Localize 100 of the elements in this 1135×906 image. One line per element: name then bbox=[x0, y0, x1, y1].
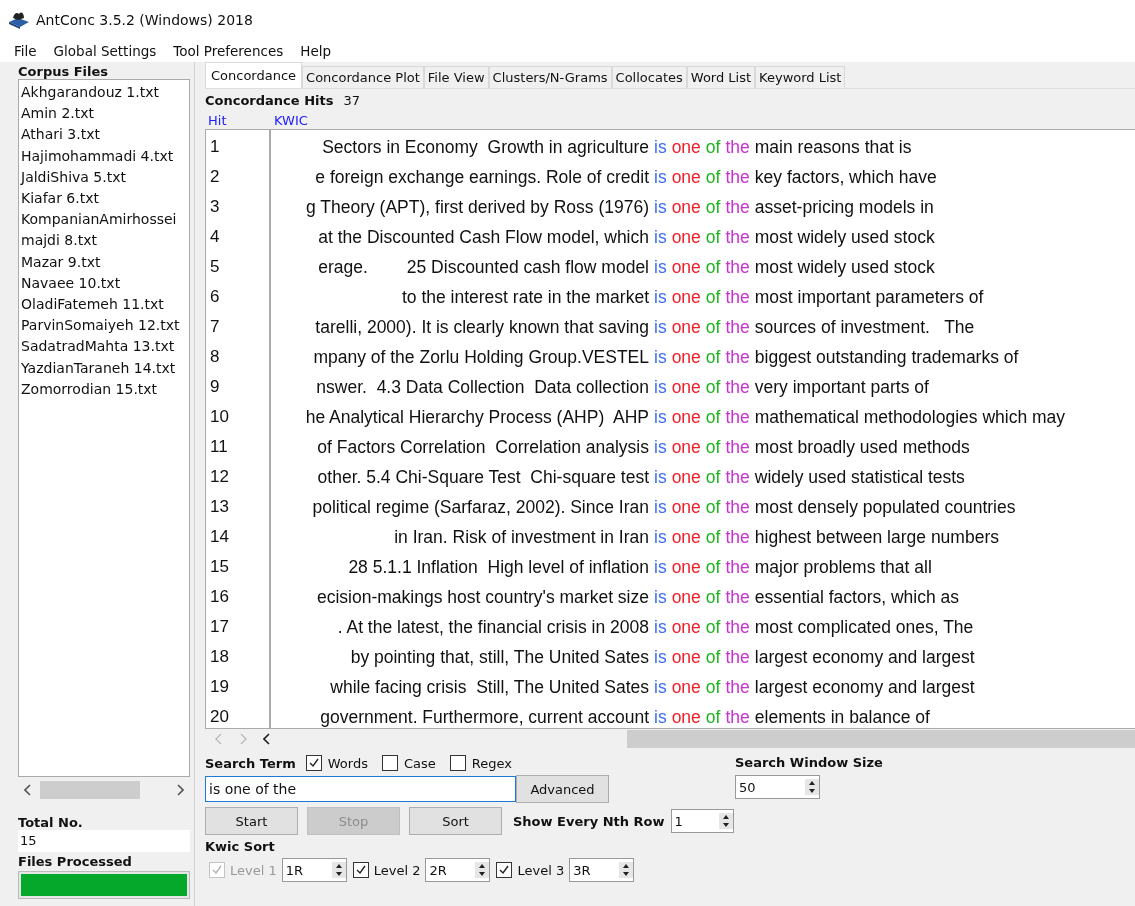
window-size-spinner[interactable]: 50 bbox=[735, 775, 820, 799]
hit-number: 4 bbox=[209, 226, 221, 248]
corpus-text-entry[interactable]: Zomorrodian 15.txt bbox=[21, 378, 189, 401]
keyword: the bbox=[725, 316, 750, 339]
keyword: one bbox=[671, 316, 701, 339]
checkbox[interactable] bbox=[305, 755, 322, 771]
keyword: one bbox=[671, 166, 701, 189]
checkbox[interactable] bbox=[381, 755, 398, 771]
hit-number: 7 bbox=[209, 316, 221, 338]
keyword: of bbox=[705, 346, 721, 369]
scroll-left-icon[interactable] bbox=[263, 733, 271, 745]
right-context: most widely used stock bbox=[754, 256, 935, 279]
right-context: asset-pricing models in bbox=[754, 196, 934, 219]
keyword: is bbox=[654, 196, 667, 219]
checkbox[interactable] bbox=[496, 862, 513, 878]
hit-number: 13 bbox=[209, 496, 230, 518]
hit-number: 16 bbox=[209, 586, 230, 608]
corpus-text-entry[interactable]: Kiafar 6.txt bbox=[21, 188, 189, 210]
corpus-text-entry[interactable]: Navaee 10.txt bbox=[21, 272, 189, 295]
left-context: . At the latest, the financial crisis in 2008 bbox=[337, 616, 649, 639]
keyword: of bbox=[705, 196, 721, 219]
keyword: of bbox=[705, 676, 721, 699]
checkbox[interactable] bbox=[352, 862, 369, 878]
keyword: the bbox=[725, 406, 750, 429]
scroll-thumb[interactable] bbox=[40, 781, 140, 799]
action-button[interactable]: Sort bbox=[409, 807, 502, 835]
corpus-text-entry[interactable]: OladiFatemeh 11.txt bbox=[21, 294, 189, 316]
keyword: is bbox=[654, 316, 667, 339]
hit-number: 1 bbox=[209, 136, 221, 158]
corpus-text-entry[interactable]: JaldiShiva 5.txt bbox=[21, 166, 189, 188]
level-spinner[interactable]: 3R bbox=[569, 858, 635, 882]
left-context: mpany of the Zorlu Holding Group.VESTEL bbox=[313, 346, 649, 369]
advanced-button[interactable]: Advanced bbox=[516, 775, 609, 803]
level-spinner[interactable]: 2R bbox=[425, 858, 491, 882]
right-context: largest economy and largest bbox=[754, 676, 975, 699]
horizontal-scrollbar[interactable] bbox=[627, 730, 1135, 748]
tab[interactable]: Concordance bbox=[205, 62, 303, 88]
left-context: g Theory (APT), first derived by Ross (1976) bbox=[306, 196, 649, 219]
keyword: is bbox=[654, 406, 667, 429]
left-context: in Iran. Risk of investment in Iran bbox=[394, 526, 649, 549]
column-header[interactable]: Hit bbox=[205, 112, 274, 128]
keyword: is bbox=[654, 556, 667, 579]
column-header[interactable]: KWIC bbox=[274, 112, 308, 128]
keyword: the bbox=[725, 616, 750, 639]
tab[interactable]: File View bbox=[423, 66, 489, 88]
keyword: is bbox=[654, 136, 667, 159]
action-button[interactable]: Start bbox=[205, 807, 298, 835]
right-context: very important parts of bbox=[754, 376, 929, 399]
keyword: one bbox=[671, 526, 701, 549]
menu-item[interactable]: Global Settings bbox=[53, 43, 157, 59]
menu-item[interactable]: File bbox=[14, 43, 37, 59]
keyword: is bbox=[654, 466, 667, 489]
keyword: is bbox=[654, 166, 667, 189]
menu-item[interactable]: Tool Preferences bbox=[173, 43, 284, 59]
tab[interactable]: Clusters/N-Grams bbox=[488, 66, 612, 88]
keyword: the bbox=[725, 646, 750, 669]
search-field[interactable]: is one of the bbox=[205, 776, 516, 802]
right-context: most broadly used methods bbox=[754, 436, 970, 459]
scroll-left-icon[interactable] bbox=[24, 784, 32, 796]
corpus-text-entry[interactable]: Mazar 9.txt bbox=[21, 251, 189, 273]
corpus-text-entry[interactable]: Athari 3.txt bbox=[21, 124, 189, 146]
keyword: one bbox=[671, 466, 701, 489]
corpus-text-entry[interactable]: SadatradMahta 13.txt bbox=[21, 336, 189, 358]
corpus-text-entry[interactable]: majdi 8.txt bbox=[21, 230, 189, 252]
corpus-text-entry[interactable]: Hajimohammadi 4.txt bbox=[21, 145, 189, 167]
keyword: is bbox=[654, 616, 667, 639]
right-context: mathematical methodologies which may bbox=[754, 406, 1066, 429]
keyword: is bbox=[654, 526, 667, 549]
corpus-text-entry[interactable]: KompanianAmirhossei bbox=[21, 209, 189, 231]
tab[interactable]: Concordance Plot bbox=[302, 66, 424, 88]
tab[interactable]: Word List bbox=[686, 66, 756, 88]
right-context: sources of investment. The bbox=[754, 316, 975, 339]
window-size-label: Search Window Size bbox=[735, 755, 884, 771]
corpus-text-entry[interactable]: YazdianTaraneh 14.txt bbox=[21, 357, 189, 379]
left-context: tarelli, 2000). It is clearly known that saving bbox=[315, 316, 649, 339]
corpus-text-entry[interactable]: Amin 2.txt bbox=[21, 103, 189, 125]
hit-number: 2 bbox=[209, 166, 221, 188]
left-context: erage. 25 Discounted cash flow model bbox=[318, 256, 649, 279]
nth-row-spinner[interactable]: 1 bbox=[670, 809, 734, 833]
menu-item[interactable]: Help bbox=[300, 43, 332, 59]
left-context: government. Furthermore, current account bbox=[320, 706, 649, 728]
hit-number: 3 bbox=[209, 196, 221, 218]
right-context: main reasons that is bbox=[754, 136, 912, 159]
panel-heading: Corpus Files bbox=[18, 64, 110, 79]
corpus-text-entry[interactable]: ParvinSomaiyeh 12.txt bbox=[21, 315, 189, 337]
checkbox[interactable] bbox=[449, 755, 466, 771]
keyword: is bbox=[654, 346, 667, 369]
tab[interactable]: Collocates bbox=[611, 66, 687, 88]
scroll-right-icon[interactable] bbox=[176, 784, 184, 796]
right-context: essential factors, which as bbox=[754, 586, 960, 609]
hit-number: 17 bbox=[209, 616, 230, 638]
keyword: one bbox=[671, 286, 701, 309]
tab[interactable]: Keyword List bbox=[755, 66, 846, 88]
right-context: highest between large numbers bbox=[754, 526, 999, 549]
left-context: nswer. 4.3 Data Collection Data collection bbox=[316, 376, 649, 399]
files-processed-label: Files Processed bbox=[18, 854, 133, 869]
keyword: the bbox=[725, 526, 750, 549]
app-icon bbox=[8, 10, 30, 30]
right-context: most important parameters of bbox=[754, 286, 984, 309]
corpus-text-entry[interactable]: Akhgarandouz 1.txt bbox=[21, 82, 189, 104]
